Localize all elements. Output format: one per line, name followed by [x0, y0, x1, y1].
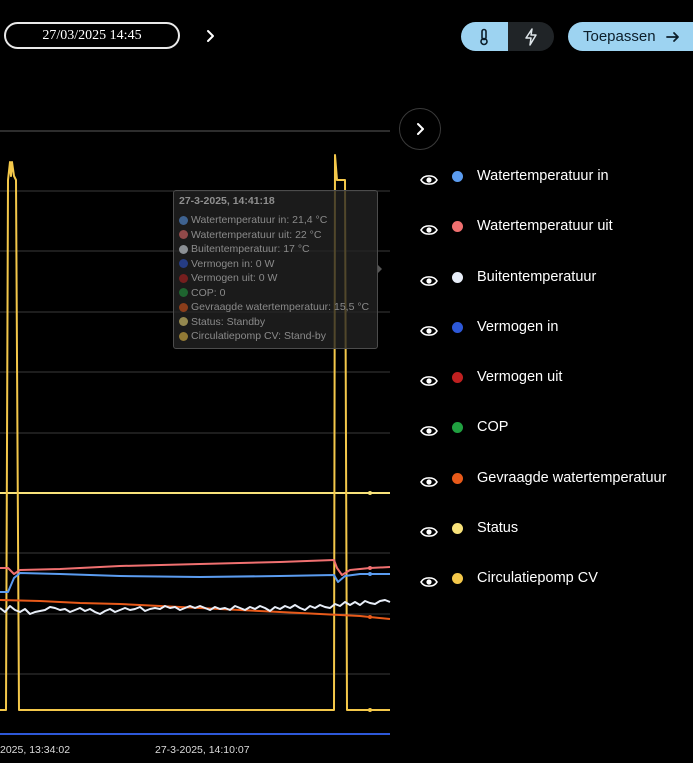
tooltip-row-text: COP: 0 — [191, 286, 226, 299]
legend-color-dot — [452, 523, 463, 535]
series-line-watertemperatuur-uit — [0, 559, 391, 576]
tooltip-row: Vermogen in: 0 W — [179, 257, 372, 272]
tooltip-row-text: Watertemperatuur uit: 22 °C — [191, 228, 322, 241]
legend-label: Vermogen in — [477, 318, 559, 335]
chevron-right-icon — [207, 30, 214, 42]
lightning-icon — [525, 27, 537, 46]
tooltip-swatch — [179, 259, 188, 269]
tooltip-swatch — [179, 288, 188, 298]
legend-item[interactable]: Status — [415, 507, 693, 557]
power-toggle-button[interactable] — [507, 22, 554, 51]
series-point-status — [368, 491, 372, 495]
series-point-circulatiepomp — [368, 708, 372, 712]
series-point-watertemperatuur-uit — [368, 566, 372, 570]
legend-color-dot — [452, 321, 463, 333]
tooltip-swatch — [179, 317, 188, 327]
legend-item[interactable]: Vermogen uit — [415, 356, 693, 406]
temperature-toggle-button[interactable] — [461, 22, 508, 51]
thermometer-icon — [480, 28, 489, 45]
series-point-watertemperatuur-in — [368, 572, 372, 576]
tooltip-row-text: Watertemperatuur in: 21,4 °C — [191, 214, 328, 227]
legend-item[interactable]: COP — [415, 406, 693, 456]
legend-color-dot — [452, 573, 463, 585]
x-tick-label: 2025, 13:34:02 — [0, 744, 71, 756]
apply-button[interactable]: Toepassen — [568, 22, 693, 51]
eye-icon[interactable] — [419, 321, 439, 341]
tooltip-swatch — [179, 273, 188, 283]
tooltip-row: Gevraagde watertemperatuur: 15,5 °C — [179, 300, 372, 315]
legend-item[interactable]: Watertemperatuur in — [415, 155, 693, 205]
datetime-input[interactable]: 27/03/2025 14:45 — [4, 22, 180, 49]
eye-icon[interactable] — [419, 522, 439, 542]
tooltip-row: Watertemperatuur in: 21,4 °C — [179, 213, 372, 228]
legend-item[interactable]: Circulatiepomp CV — [415, 557, 693, 607]
chart-tooltip: 27-3-2025, 14:41:18 Watertemperatuur in:… — [173, 190, 378, 349]
tooltip-row: Buitentemperatuur: 17 °C — [179, 242, 372, 257]
apply-label: Toepassen — [583, 28, 656, 45]
legend-collapse-button[interactable] — [399, 108, 441, 150]
tooltip-row: COP: 0 — [179, 286, 372, 301]
arrow-right-icon — [665, 31, 679, 42]
legend-color-dot — [452, 422, 463, 434]
x-tick-label: 27-3-2025, 14:10:07 — [155, 744, 250, 756]
legend-label: Circulatiepomp CV — [477, 570, 598, 587]
tooltip-swatch — [179, 215, 188, 225]
chart-legend: Watertemperatuur in Watertemperatuur uit… — [415, 155, 693, 608]
tooltip-row-text: Vermogen in: 0 W — [191, 257, 275, 270]
legend-label: Gevraagde watertemperatuur — [477, 469, 667, 486]
eye-icon[interactable] — [419, 472, 439, 492]
tooltip-row-text: Gevraagde watertemperatuur: 15,5 °C — [191, 301, 370, 314]
tooltip-row-text: Status: Standby — [191, 315, 266, 328]
tooltip-row-text: Circulatiepomp CV: Stand-by — [191, 330, 327, 343]
legend-color-dot — [452, 171, 463, 182]
legend-label: Vermogen uit — [477, 369, 563, 386]
eye-icon[interactable] — [419, 371, 439, 391]
next-date-button[interactable] — [198, 24, 222, 48]
legend-color-dot — [452, 472, 463, 484]
tooltip-row-text: Buitentemperatuur: 17 °C — [191, 243, 310, 256]
tooltip-row: Circulatiepomp CV: Stand-by — [179, 329, 372, 344]
eye-icon[interactable] — [419, 220, 439, 240]
tooltip-row: Status: Standby — [179, 315, 372, 330]
legend-color-dot — [452, 372, 463, 384]
legend-item[interactable]: Vermogen in — [415, 306, 693, 356]
tooltip-swatch — [179, 331, 188, 341]
tooltip-title: 27-3-2025, 14:41:18 — [179, 195, 275, 207]
tooltip-swatch — [179, 302, 188, 312]
tooltip-row-text: Vermogen uit: 0 W — [191, 272, 278, 285]
legend-color-dot — [452, 221, 463, 233]
eye-icon[interactable] — [419, 421, 439, 441]
legend-label: Status — [477, 520, 519, 537]
tooltip-swatch — [179, 244, 188, 254]
measurement-toggle — [461, 22, 554, 51]
legend-item[interactable]: Watertemperatuur uit — [415, 205, 693, 255]
tooltip-caret — [378, 265, 382, 273]
tooltip-swatch — [179, 230, 188, 240]
legend-label: Buitentemperatuur — [477, 268, 597, 285]
tooltip-row: Watertemperatuur uit: 22 °C — [179, 228, 372, 243]
eye-icon[interactable] — [419, 271, 439, 291]
toolbar: 27/03/2025 14:45 Toepassen — [0, 0, 693, 70]
series-point-gevraagde-watertemperatuur — [368, 615, 372, 619]
legend-label: Watertemperatuur in — [477, 168, 609, 184]
datetime-value: 27/03/2025 14:45 — [42, 27, 142, 43]
legend-label: COP — [477, 419, 509, 436]
legend-item[interactable]: Buitentemperatuur — [415, 256, 693, 306]
chevron-right-icon — [417, 123, 424, 135]
eye-icon[interactable] — [419, 170, 439, 190]
tooltip-row: Vermogen uit: 0 W — [179, 271, 372, 286]
legend-label: Watertemperatuur uit — [477, 218, 613, 235]
legend-color-dot — [452, 271, 463, 283]
series-line-watertemperatuur-in — [0, 572, 390, 593]
legend-item[interactable]: Gevraagde watertemperatuur — [415, 457, 693, 507]
eye-icon[interactable] — [419, 572, 439, 592]
